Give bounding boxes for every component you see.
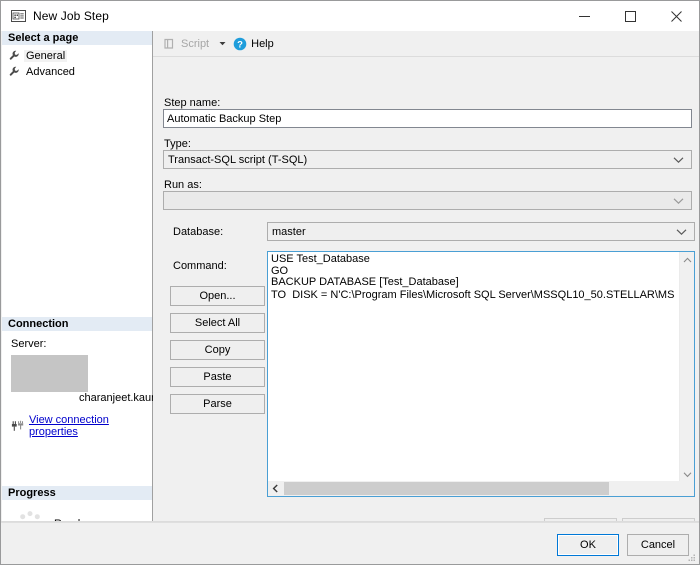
- scrollbar-corner: [679, 481, 694, 496]
- parse-button[interactable]: Parse: [170, 394, 265, 414]
- sidebar-item-advanced[interactable]: Advanced: [8, 64, 152, 79]
- help-label: Help: [251, 37, 274, 50]
- command-label: Command:: [173, 260, 227, 272]
- command-editor[interactable]: USE Test_Database GO BACKUP DATABASE [Te…: [267, 251, 695, 497]
- dialog-footer: OK Cancel: [1, 522, 699, 564]
- database-label: Database:: [173, 226, 224, 238]
- svg-text:?: ?: [237, 39, 243, 50]
- select-a-page-header: Select a page: [2, 31, 152, 46]
- command-vertical-scrollbar[interactable]: [679, 252, 694, 482]
- command-horizontal-scrollbar[interactable]: [268, 481, 694, 496]
- run-as-combobox[interactable]: [163, 191, 692, 210]
- minimize-button[interactable]: [561, 1, 607, 31]
- select-all-button-label: Select All: [194, 317, 241, 329]
- step-name-label: Step name:: [164, 97, 221, 109]
- type-value: Transact-SQL script (T-SQL): [168, 153, 308, 166]
- open-button[interactable]: Open...: [170, 286, 265, 306]
- command-text-value: USE Test_Database GO BACKUP DATABASE [Te…: [271, 254, 675, 301]
- type-label: Type:: [164, 138, 191, 150]
- new-job-step-dialog: New Job Step Select a page General Advan…: [0, 0, 700, 565]
- job-step-icon: [10, 9, 26, 23]
- connection-plug-icon: [11, 420, 25, 433]
- paste-button-label: Paste: [203, 371, 232, 383]
- content-toolbar: Script ? Help: [153, 31, 699, 57]
- close-button[interactable]: [653, 1, 699, 31]
- connection-user: charanjeet.kaur: [79, 392, 155, 404]
- window-controls: [561, 1, 699, 31]
- cancel-button-label: Cancel: [640, 539, 676, 551]
- server-label: Server:: [11, 338, 47, 350]
- wrench-icon: [8, 65, 21, 78]
- sidebar-item-advanced-label: Advanced: [26, 65, 75, 78]
- resize-grip[interactable]: [686, 553, 696, 563]
- paste-button[interactable]: Paste: [170, 367, 265, 387]
- sidebar-item-general-label: General: [24, 49, 68, 62]
- server-name-redaction: [11, 355, 88, 392]
- copy-button-label: Copy: [204, 344, 231, 356]
- view-connection-properties-row[interactable]: View connection properties: [11, 414, 152, 438]
- ok-button-label: OK: [580, 539, 596, 551]
- view-connection-properties-link[interactable]: View connection properties: [29, 414, 152, 438]
- script-label: Script: [181, 37, 210, 50]
- parse-button-label: Parse: [203, 398, 232, 410]
- connection-header: Connection: [2, 317, 152, 332]
- copy-button[interactable]: Copy: [170, 340, 265, 360]
- scroll-up-arrow[interactable]: [680, 252, 695, 268]
- run-as-label: Run as:: [164, 179, 202, 191]
- script-button[interactable]: Script: [160, 34, 212, 54]
- sidebar-item-general[interactable]: General: [8, 48, 152, 63]
- script-icon: [163, 37, 177, 51]
- select-all-button[interactable]: Select All: [170, 313, 265, 333]
- command-text[interactable]: USE Test_Database GO BACKUP DATABASE [Te…: [271, 254, 675, 469]
- step-name-input[interactable]: [163, 109, 692, 128]
- chevron-down-icon: [673, 156, 684, 164]
- connection-section: Connection Server: charanjeet.kaur View …: [2, 317, 155, 438]
- database-combobox[interactable]: master: [267, 222, 695, 241]
- help-question-icon: ?: [233, 37, 247, 51]
- page-list: General Advanced: [2, 46, 152, 79]
- progress-header: Progress: [2, 486, 152, 501]
- ok-button[interactable]: OK: [557, 534, 619, 556]
- content-pane: Script ? Help Step name: Type:: [153, 31, 699, 539]
- page-selector-panel: Select a page General Advanced Connectio…: [2, 31, 155, 537]
- wrench-icon: [8, 49, 21, 62]
- chevron-down-icon[interactable]: [218, 39, 227, 48]
- scroll-down-arrow[interactable]: [680, 466, 695, 482]
- maximize-button[interactable]: [607, 1, 653, 31]
- type-combobox[interactable]: Transact-SQL script (T-SQL): [163, 150, 692, 169]
- title-bar: New Job Step: [1, 1, 699, 31]
- chevron-down-icon: [673, 197, 684, 205]
- scroll-left-arrow[interactable]: [268, 481, 283, 496]
- window-title: New Job Step: [33, 9, 109, 23]
- help-button[interactable]: ? Help: [230, 34, 277, 54]
- open-button-label: Open...: [199, 290, 236, 302]
- horizontal-scroll-thumb[interactable]: [284, 482, 609, 495]
- cancel-button[interactable]: Cancel: [627, 534, 689, 556]
- chevron-down-icon: [676, 228, 687, 236]
- database-value: master: [272, 225, 306, 238]
